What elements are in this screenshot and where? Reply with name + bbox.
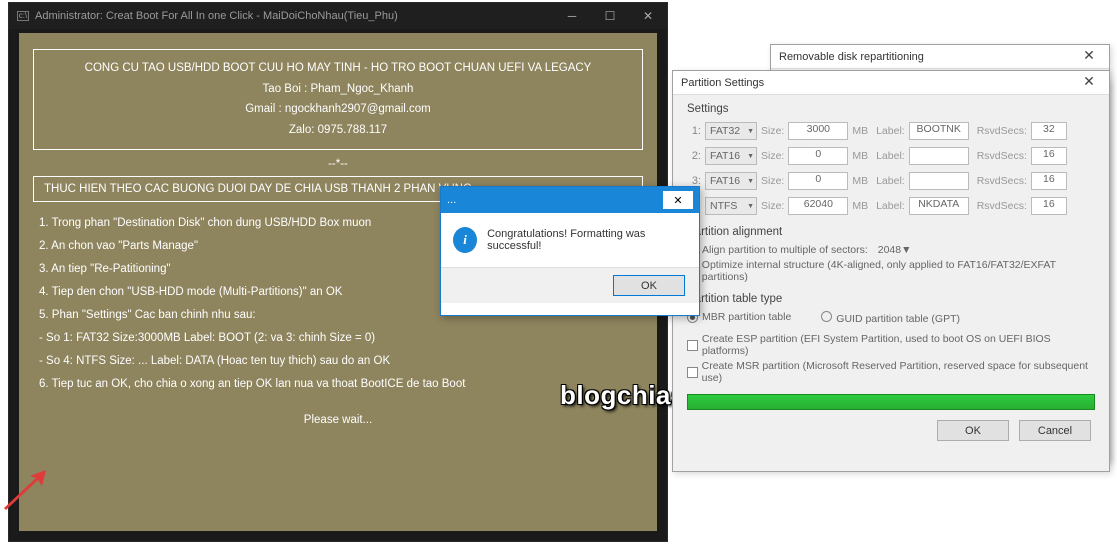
label-input[interactable]: BOOTNK [909, 122, 969, 140]
repartition-titlebar[interactable]: Removable disk repartitioning ✕ [771, 45, 1109, 69]
step-line: - So 4: NTFS Size: ... Label: DATA (Hoac… [39, 350, 637, 373]
ok-button[interactable]: OK [937, 420, 1009, 441]
mbr-radio-label[interactable]: MBR partition table [687, 311, 791, 325]
rsvd-input[interactable]: 16 [1031, 147, 1067, 165]
label-input[interactable] [909, 172, 969, 190]
please-wait: Please wait... [29, 414, 647, 426]
ok-button[interactable]: OK [613, 275, 685, 296]
fs-row: 2: FAT16▼ Size: 0 MB Label: RsvdSecs: 16 [687, 146, 1095, 166]
progress-bar [687, 394, 1095, 410]
label-input[interactable]: NKDATA [909, 197, 969, 215]
close-icon[interactable]: ✕ [1075, 47, 1103, 65]
close-icon[interactable]: ✕ [663, 191, 693, 209]
fs-select[interactable]: FAT32▼ [705, 122, 757, 140]
size-input[interactable]: 0 [788, 172, 848, 190]
annotation-arrow [2, 470, 46, 510]
header-line: Zalo: 0975.788.117 [46, 120, 630, 141]
msg-text: Congratulations! Formatting was successf… [487, 228, 687, 252]
msr-checkbox[interactable] [687, 367, 698, 378]
mb-label: MB [852, 175, 868, 187]
esp-checkbox[interactable] [687, 340, 698, 351]
rsvd-label: RsvdSecs: [977, 175, 1027, 187]
esp-label: Create ESP partition (EFI System Partiti… [702, 333, 1095, 357]
header-line: Tao Boi : Pham_Ngoc_Khanh [46, 79, 630, 100]
table-type-group-label: Partition table type [687, 293, 1095, 305]
size-input[interactable]: 0 [788, 147, 848, 165]
label-input[interactable] [909, 147, 969, 165]
fs-row: 4:NTFS▼Size:62040MBLabel:NKDATARsvdSecs:… [687, 196, 1095, 216]
msg-title: ... [447, 194, 456, 206]
partition-settings-dialog: Partition Settings ✕ Settings 1: FAT32▼ Si… [672, 70, 1110, 472]
rsvd-label: RsvdSecs: [977, 125, 1027, 137]
console-titlebar[interactable]: c:\ Administrator: Creat Boot For All In… [9, 3, 667, 29]
mb-label: MB [852, 200, 868, 212]
console-title-text: Administrator: Creat Boot For All In one… [35, 3, 398, 29]
row-number: 2: [687, 150, 701, 162]
minimize-button[interactable]: ─ [553, 3, 591, 29]
rsvd-label: RsvdSecs: [977, 200, 1027, 212]
align-select[interactable]: 2048▼ [878, 244, 934, 256]
cmd-icon: c:\ [17, 11, 29, 21]
rsvd-input[interactable]: 16 [1031, 172, 1067, 190]
label-label: Label: [876, 175, 905, 187]
fs-row: 3:FAT16▼Size:0MBLabel:RsvdSecs:16 [687, 171, 1095, 191]
rsvd-label: RsvdSecs: [977, 150, 1027, 162]
msr-label: Create MSR partition (Microsoft Reserved… [702, 360, 1095, 384]
cancel-button[interactable]: Cancel [1019, 420, 1091, 441]
maximize-button[interactable]: ☐ [591, 3, 629, 29]
alignment-group-label: Partition alignment [687, 226, 1095, 238]
close-button[interactable]: ✕ [629, 3, 667, 29]
size-input[interactable]: 3000 [788, 122, 848, 140]
label-label: Label: [876, 125, 905, 137]
mb-label: MB [852, 125, 868, 137]
info-messagebox: ... ✕ i Congratulations! Formatting was … [440, 186, 700, 316]
fs-select[interactable]: FAT16▼ [705, 172, 757, 190]
dialog-title: Removable disk repartitioning [779, 51, 924, 63]
header-line: CONG CU TAO USB/HDD BOOT CUU HO MAY TINH… [46, 58, 630, 79]
info-icon: i [453, 227, 477, 253]
console-header-box: CONG CU TAO USB/HDD BOOT CUU HO MAY TINH… [33, 49, 643, 150]
size-label: Size: [761, 200, 784, 212]
step-line: 6. Tiep tuc an OK, cho chia o xong an ti… [39, 373, 637, 396]
label-label: Label: [876, 200, 905, 212]
gpt-radio[interactable] [821, 311, 832, 322]
msg-titlebar[interactable]: ... ✕ [441, 187, 699, 213]
settings-group-label: Settings [687, 103, 1095, 115]
align-label: Align partition to multiple of sectors: [702, 244, 868, 256]
close-icon[interactable]: ✕ [1075, 73, 1103, 91]
mb-label: MB [852, 150, 868, 162]
rsvd-input[interactable]: 16 [1031, 197, 1067, 215]
divider: --*-- [29, 158, 647, 170]
gpt-radio-label[interactable]: GUID partition table (GPT) [821, 311, 960, 325]
fs-row: 1: FAT32▼ Size: 3000 MB Label: BOOTNK RsvdSecs:… [687, 121, 1095, 141]
fs-select[interactable]: NTFS▼ [705, 197, 757, 215]
size-input[interactable]: 62040 [788, 197, 848, 215]
header-line: Gmail : ngockhanh2907@gmail.com [46, 99, 630, 120]
settings-titlebar[interactable]: Partition Settings ✕ [673, 71, 1109, 95]
size-label: Size: [761, 150, 784, 162]
rsvd-input[interactable]: 32 [1031, 122, 1067, 140]
size-label: Size: [761, 125, 784, 137]
label-label: Label: [876, 150, 905, 162]
row-number: 1: [687, 125, 701, 137]
fs-select[interactable]: FAT16▼ [705, 147, 757, 165]
dialog-title: Partition Settings [681, 77, 764, 89]
optimize-label: Optimize internal structure (4K-aligned,… [702, 259, 1095, 283]
step-line: - So 1: FAT32 Size:3000MB Label: BOOT (2… [39, 327, 637, 350]
size-label: Size: [761, 175, 784, 187]
